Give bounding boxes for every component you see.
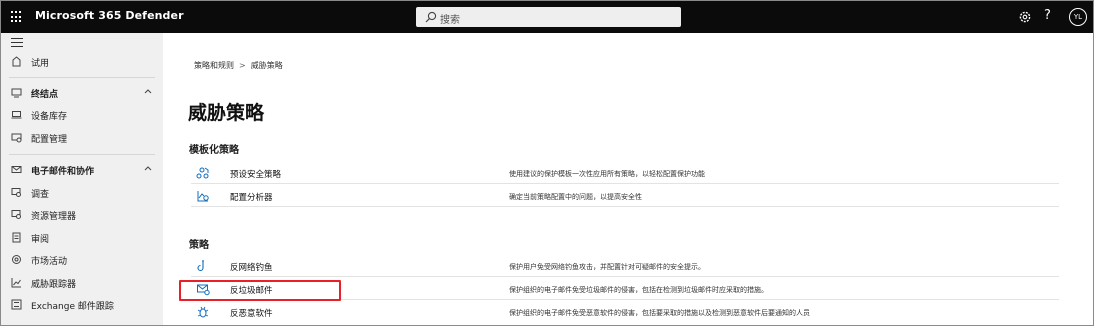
sidebar-item-label: 审阅: [31, 235, 50, 245]
endpoint-icon: [11, 88, 22, 98]
templated-policies-heading: 模板化策略: [189, 145, 239, 156]
app-title[interactable]: Microsoft 365 Defender: [35, 9, 184, 22]
policy-description: 保护组织的电子邮件免受垃圾邮件的侵害，包括在检测到垃圾邮件时应采取的措施。: [509, 286, 768, 294]
sidebar-item-label: 电子邮件和协作: [31, 167, 95, 177]
sidebar-item-investigations[interactable]: 调查: [1, 184, 163, 202]
sidebar-divider: [9, 77, 155, 78]
sidebar-item-campaigns[interactable]: 市场活动: [1, 251, 163, 269]
search-icon: [425, 11, 437, 23]
chevron-up-icon[interactable]: [144, 165, 152, 171]
search-input[interactable]: 搜索: [416, 7, 681, 27]
config-icon: [11, 133, 22, 143]
top-bar: Microsoft 365 Defender 搜索 ? YL: [1, 1, 1093, 33]
sidebar-item-label: 资源管理器: [31, 212, 77, 222]
sidebar-item-exchange-trace[interactable]: Exchange 邮件跟踪: [1, 296, 163, 314]
sidebar-section-email-collab[interactable]: 电子邮件和协作: [1, 161, 163, 179]
policy-description: 确定当前策略配置中的问题，以提高安全性: [509, 193, 642, 201]
policies-heading: 策略: [189, 240, 209, 251]
tracker-icon: [11, 278, 21, 288]
policy-row-anti-phishing[interactable]: 反网络钓鱼 保护用户免受网络钓鱼攻击，并配置针对可疑邮件的安全提示。: [191, 255, 1059, 277]
breadcrumb-separator: >: [239, 61, 246, 70]
breadcrumb-threat-policies: 威胁策略: [250, 61, 283, 70]
avatar[interactable]: YL: [1069, 8, 1087, 26]
app-launcher-icon[interactable]: [11, 11, 23, 23]
sidebar-item-label: 设备库存: [31, 112, 68, 122]
campaign-icon: [12, 255, 21, 264]
sidebar-item-review[interactable]: 审阅: [1, 229, 163, 247]
sidebar-item-label: 配置管理: [31, 135, 68, 145]
mail-icon: [11, 166, 22, 173]
policy-name[interactable]: 反网络钓鱼: [230, 261, 273, 273]
review-icon: [12, 232, 21, 243]
breadcrumb-policies-rules[interactable]: 策略和规则: [194, 61, 234, 70]
trial-icon: [12, 56, 21, 67]
anti-phishing-icon: [197, 260, 204, 272]
breadcrumb: 策略和规则 > 威胁策略: [194, 60, 283, 71]
sidebar-item-label: 市场活动: [31, 257, 68, 267]
sidebar: 试用 终结点 设备库存 配置管理 电子邮件和协作 调查 资源管理器 审阅 市场活…: [1, 33, 163, 325]
sidebar-section-endpoints[interactable]: 终结点: [1, 84, 163, 102]
exchange-icon: [11, 299, 22, 310]
search-placeholder: 搜索: [440, 15, 460, 26]
policy-description: 保护用户免受网络钓鱼攻击，并配置针对可疑邮件的安全提示。: [509, 263, 705, 271]
hamburger-menu-icon[interactable]: [11, 38, 23, 47]
policy-row-anti-malware[interactable]: 反恶意软件 保护组织的电子邮件免受恶意软件的侵害，包括要采取的措施以及检测到恶意…: [191, 301, 1059, 323]
chevron-up-icon[interactable]: [144, 88, 152, 94]
policy-row-config-analyzer[interactable]: 配置分析器 确定当前策略配置中的问题，以提高安全性: [191, 185, 1059, 207]
help-icon[interactable]: ?: [1044, 8, 1051, 23]
vertical-scrollbar[interactable]: [1085, 33, 1093, 325]
policy-name[interactable]: 预设安全策略: [230, 168, 281, 180]
sidebar-item-label: 试用: [31, 59, 50, 69]
policy-description: 使用建议的保护模板一次性应用所有策略，以轻松配置保护功能: [509, 170, 705, 178]
sidebar-item-label: 调查: [31, 190, 50, 200]
config-analyzer-icon: [197, 191, 209, 202]
sidebar-item-label: 终结点: [31, 90, 59, 100]
anti-malware-icon: [197, 306, 209, 318]
window: Microsoft 365 Defender 搜索 ? YL 试用 终结点 设备…: [0, 0, 1094, 326]
policy-name[interactable]: 反恶意软件: [230, 307, 273, 319]
sidebar-item-label: Exchange 邮件跟踪: [31, 302, 114, 312]
main-content: 策略和规则 > 威胁策略 威胁策略 模板化策略 预设安全策略 使用建议的保护模板一次…: [163, 33, 1093, 325]
sidebar-item-threat-tracker[interactable]: 威胁跟踪器: [1, 274, 163, 292]
sidebar-item-trial[interactable]: 试用: [1, 53, 163, 71]
highlight-box: [179, 280, 341, 301]
device-icon: [11, 111, 22, 119]
sidebar-item-device-inventory[interactable]: 设备库存: [1, 106, 163, 124]
sidebar-item-label: 威胁跟踪器: [31, 280, 77, 290]
page-title: 威胁策略: [188, 102, 265, 124]
policy-row-preset-security[interactable]: 预设安全策略 使用建议的保护模板一次性应用所有策略，以轻松配置保护功能: [191, 162, 1059, 184]
policy-description: 保护组织的电子邮件免受恶意软件的侵害，包括要采取的措施以及检测到恶意软件后要通知…: [509, 309, 810, 317]
sidebar-item-explorer[interactable]: 资源管理器: [1, 206, 163, 224]
preset-policy-icon: [196, 167, 209, 179]
sidebar-divider: [9, 154, 155, 155]
gear-icon[interactable]: [1018, 10, 1032, 24]
policy-name[interactable]: 配置分析器: [230, 191, 273, 203]
sidebar-item-config-management[interactable]: 配置管理: [1, 129, 163, 147]
explorer-icon: [11, 210, 21, 219]
investigation-icon: [11, 188, 21, 197]
